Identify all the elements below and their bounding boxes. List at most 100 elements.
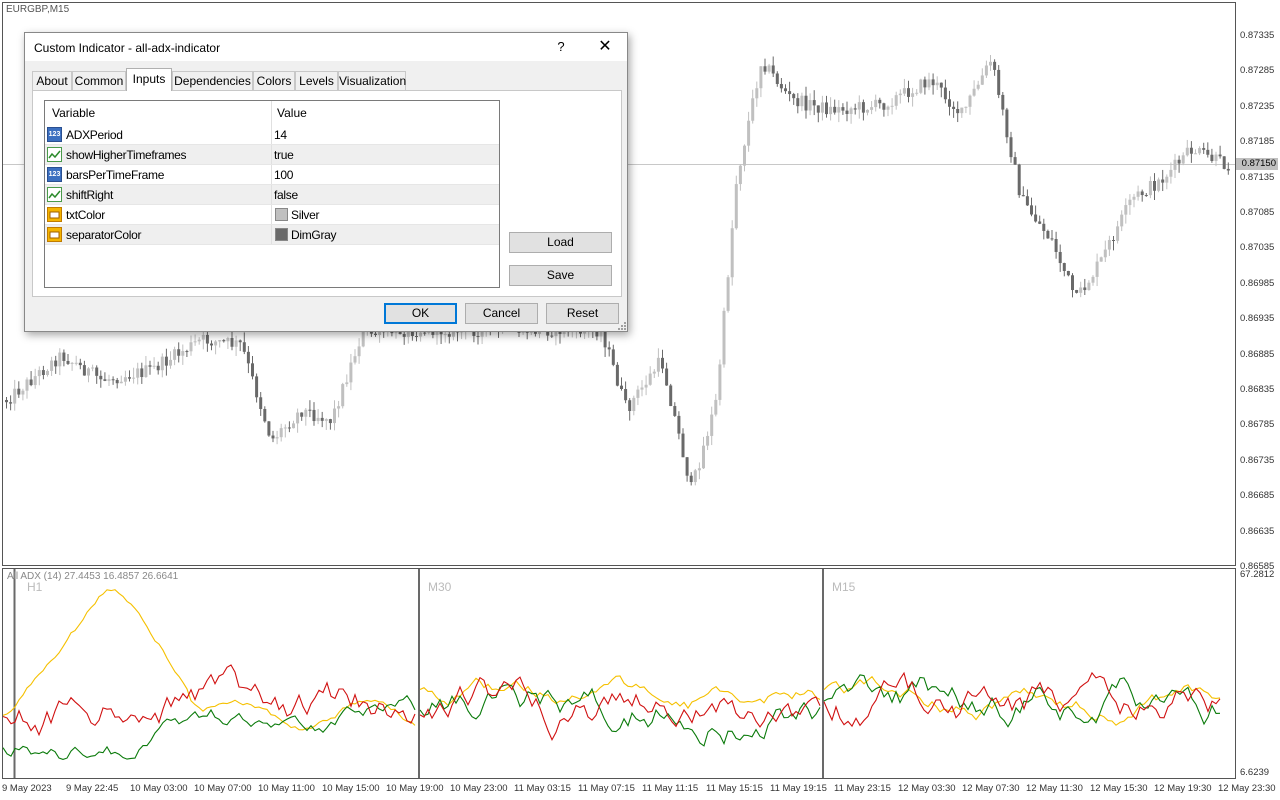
candle-body: [292, 423, 295, 429]
candle-body: [136, 368, 140, 378]
time-tick-label: 11 May 07:15: [578, 783, 635, 794]
tab-common[interactable]: Common: [72, 71, 126, 90]
dialog-titlebar[interactable]: Custom Indicator - all-adx-indicator ? ✕: [25, 33, 627, 61]
candle-body: [1148, 180, 1152, 196]
candle-body: [714, 399, 718, 415]
candle-body: [620, 385, 623, 389]
tab-about[interactable]: About: [32, 71, 72, 90]
candle-body: [9, 402, 13, 404]
candle-body: [169, 359, 172, 366]
timeframe-label-h1: H1: [27, 580, 43, 594]
table-row[interactable]: 123 barsPerTimeFrame 100: [45, 165, 499, 185]
cancel-button[interactable]: Cancel: [465, 303, 538, 324]
candle-body: [1030, 205, 1033, 215]
close-button[interactable]: ✕: [593, 35, 617, 59]
candle-body: [1185, 147, 1189, 156]
candle-body: [214, 341, 218, 346]
input-value[interactable]: true: [274, 148, 294, 162]
tab-levels[interactable]: Levels: [295, 71, 338, 90]
candle-body: [1038, 221, 1042, 224]
candle-body: [296, 412, 300, 424]
candle-body: [747, 120, 751, 146]
adx-lines: [2, 589, 1221, 760]
candle-body: [861, 102, 865, 113]
price-tick-label: 0.86935: [1240, 313, 1275, 325]
color-swatch-silver[interactable]: [275, 208, 288, 221]
candle-body: [1071, 275, 1074, 291]
table-row[interactable]: shiftRight false: [45, 185, 499, 205]
candle-body: [841, 107, 845, 111]
price-tick-label: 0.86985: [1240, 277, 1275, 289]
candle-body: [1194, 153, 1197, 155]
save-button[interactable]: Save: [509, 265, 612, 286]
candle-body: [1005, 109, 1009, 138]
time-tick-label: 12 May 07:30: [962, 783, 1020, 794]
candle-body: [796, 98, 800, 107]
candle-body: [722, 310, 726, 365]
tab-dependencies[interactable]: Dependencies: [172, 71, 253, 90]
load-button[interactable]: Load: [509, 232, 612, 253]
candle-body: [673, 406, 677, 416]
symbol-label: EURGBP,M15: [6, 4, 70, 15]
candle-body: [1144, 195, 1148, 197]
timeframe-label-m30: M30: [428, 580, 452, 594]
resize-grip-icon[interactable]: [617, 321, 626, 330]
candle-body: [5, 400, 8, 403]
input-value[interactable]: 100: [274, 168, 293, 182]
candle-body: [894, 95, 898, 106]
custom-indicator-dialog[interactable]: Custom Indicator - all-adx-indicator ? ✕…: [24, 32, 628, 332]
candle-body: [820, 102, 824, 113]
candle-body: [1161, 179, 1165, 183]
candle-body: [779, 83, 783, 89]
candle-body: [50, 360, 54, 371]
input-value[interactable]: Silver: [291, 208, 320, 222]
table-row[interactable]: txtColor Silver: [45, 205, 499, 225]
ok-button[interactable]: OK: [384, 303, 457, 324]
candle-body: [607, 347, 611, 350]
candle-body: [648, 373, 652, 385]
candle-body: [857, 102, 861, 110]
candle-body: [222, 340, 226, 342]
candle-body: [341, 384, 345, 407]
tab-inputs[interactable]: Inputs: [126, 68, 172, 91]
cell-divider: [271, 205, 272, 224]
color-swatch-dimgray[interactable]: [275, 228, 288, 241]
input-value[interactable]: 14: [274, 128, 287, 142]
candle-body: [287, 427, 291, 429]
candle-body: [357, 346, 361, 357]
candle-body: [624, 388, 628, 401]
column-divider: [271, 101, 272, 125]
inputs-table[interactable]: Variable Value 123 ADXPeriod 14 showHigh…: [44, 100, 500, 288]
candle-body: [833, 106, 837, 113]
candle-body: [825, 102, 828, 115]
input-value[interactable]: DimGray: [291, 228, 337, 242]
tab-colors[interactable]: Colors: [253, 71, 295, 90]
table-row[interactable]: 123 ADXPeriod 14: [45, 125, 499, 145]
candle-body: [1157, 179, 1161, 191]
candle-body: [443, 334, 447, 336]
time-tick-label: 10 May 15:00: [322, 783, 380, 794]
candle-body: [759, 66, 763, 89]
candle-body: [775, 73, 779, 84]
table-row[interactable]: separatorColor DimGray: [45, 225, 499, 245]
input-value[interactable]: false: [274, 188, 298, 202]
candle-body: [210, 343, 213, 346]
reset-button[interactable]: Reset: [546, 303, 619, 324]
candle-body: [1173, 159, 1177, 170]
candle-body: [95, 367, 99, 376]
candle-body: [693, 470, 697, 483]
candle-body: [1034, 214, 1038, 222]
candle-body: [968, 95, 972, 107]
help-button[interactable]: ?: [551, 37, 571, 57]
candle-body: [763, 66, 767, 72]
candle-body: [304, 409, 308, 417]
column-value[interactable]: Value: [277, 106, 307, 120]
tab-visualization[interactable]: Visualization: [338, 71, 406, 90]
candle-body: [615, 364, 619, 386]
candle-body: [259, 397, 263, 409]
time-tick-label: 10 May 03:00: [130, 783, 188, 794]
column-variable[interactable]: Variable: [52, 106, 95, 120]
candle-body: [1103, 249, 1107, 258]
candle-body: [1218, 154, 1222, 157]
table-row[interactable]: showHigherTimeframes true: [45, 145, 499, 165]
